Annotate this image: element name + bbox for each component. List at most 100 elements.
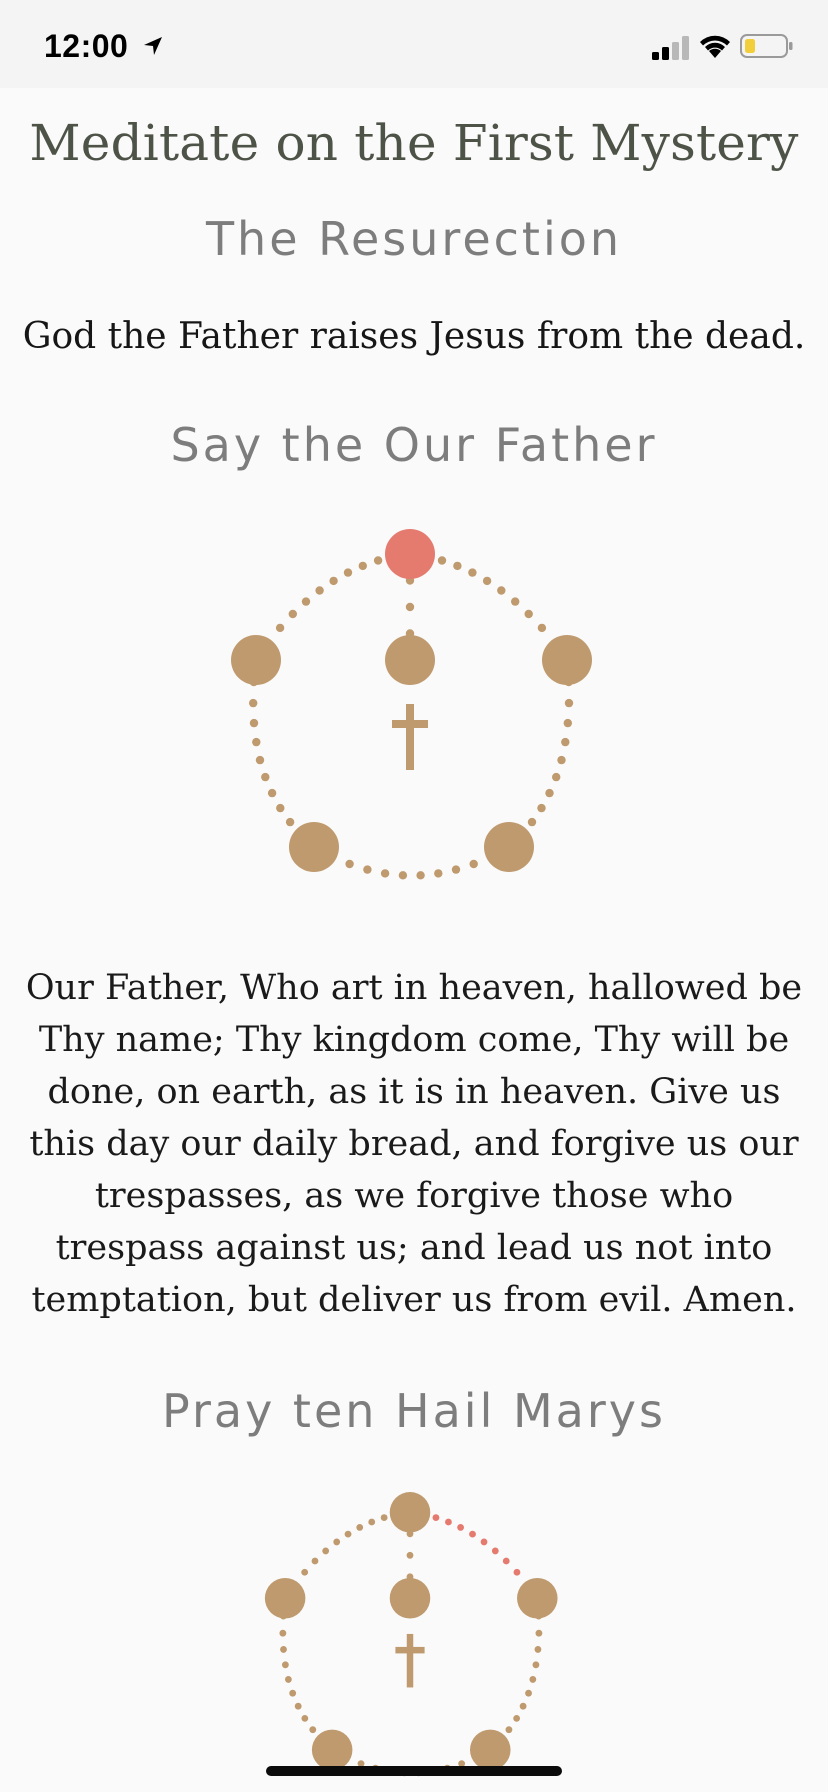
- large-bead: [289, 822, 339, 872]
- small-bead: [468, 568, 477, 577]
- small-bead: [284, 1676, 292, 1683]
- small-bead: [491, 1547, 499, 1555]
- small-bead: [453, 561, 462, 571]
- small-bead: [280, 1646, 287, 1653]
- small-bead: [309, 1726, 317, 1734]
- small-bead: [513, 1714, 521, 1722]
- small-bead: [368, 1518, 376, 1526]
- small-bead: [380, 1514, 388, 1521]
- cross-vertical: [406, 704, 414, 770]
- small-bead: [289, 1689, 297, 1697]
- small-bead: [301, 1714, 309, 1722]
- small-bead: [285, 817, 295, 827]
- small-bead: [267, 788, 277, 798]
- cross-vertical: [406, 1633, 414, 1688]
- small-bead: [505, 1726, 513, 1734]
- small-bead: [333, 1538, 341, 1546]
- home-indicator[interactable]: [266, 1766, 562, 1776]
- small-bead: [301, 1568, 309, 1576]
- mystery-description: God the Father raises Jesus from the dea…: [22, 316, 806, 357]
- small-bead: [343, 568, 353, 577]
- small-bead: [534, 1646, 542, 1653]
- small-bead: [261, 772, 270, 782]
- small-bead: [497, 586, 506, 595]
- small-bead: [434, 869, 443, 878]
- small-bead: [288, 609, 297, 619]
- small-bead: [255, 755, 265, 765]
- small-bead: [279, 1629, 287, 1637]
- small-bead: [252, 737, 261, 747]
- small-bead: [249, 698, 258, 708]
- small-bead: [469, 859, 478, 869]
- large-bead: [517, 1578, 558, 1619]
- small-bead: [480, 1538, 488, 1546]
- small-bead: [301, 597, 311, 606]
- small-bead: [406, 1551, 414, 1559]
- small-bead: [545, 788, 554, 798]
- small-bead: [344, 1530, 352, 1538]
- status-time: 12:00: [44, 28, 129, 64]
- small-bead: [356, 1524, 364, 1531]
- small-bead: [276, 803, 285, 813]
- small-bead: [557, 755, 566, 765]
- cross-horizontal: [395, 1646, 425, 1654]
- status-bar: 12:00: [0, 0, 828, 88]
- small-bead: [373, 556, 383, 565]
- large-bead: [231, 635, 281, 685]
- small-bead: [294, 1702, 302, 1710]
- large-bead: [385, 529, 435, 579]
- small-bead: [358, 561, 367, 571]
- small-bead: [532, 1661, 540, 1669]
- small-bead: [564, 698, 574, 708]
- large-bead: [389, 1492, 431, 1533]
- cross-icon: [392, 704, 428, 770]
- small-bead: [563, 718, 572, 728]
- rosary-diagram-our-father: [231, 529, 592, 880]
- step-heading-our-father: Say the Our Father: [170, 418, 658, 472]
- cellular-signal-icon: [652, 36, 689, 60]
- small-bead: [502, 1557, 510, 1565]
- small-bead: [537, 623, 547, 633]
- small-bead: [281, 1661, 289, 1669]
- large-bead: [264, 1578, 306, 1619]
- small-bead: [380, 869, 390, 878]
- small-bead: [552, 772, 561, 782]
- small-bead: [315, 586, 324, 595]
- small-bead: [416, 871, 425, 880]
- small-bead: [482, 576, 492, 586]
- step-heading-hail-marys: Pray ten Hail Marys: [162, 1384, 666, 1438]
- large-bead: [542, 635, 592, 685]
- cross-icon: [395, 1633, 425, 1688]
- small-bead: [519, 1702, 527, 1710]
- small-bead: [398, 871, 408, 880]
- battery-icon: [740, 34, 793, 58]
- small-bead: [469, 1530, 476, 1538]
- rosary-diagram-hail-marys: [264, 1492, 558, 1777]
- small-bead: [529, 1676, 537, 1683]
- small-bead: [249, 718, 259, 728]
- our-father-prayer-text: Our Father, Who art in heaven, hallowed …: [25, 968, 803, 1320]
- small-bead: [322, 1547, 330, 1555]
- small-bead: [311, 1557, 319, 1565]
- small-bead: [345, 859, 354, 869]
- large-bead: [470, 1729, 511, 1771]
- large-bead: [311, 1729, 353, 1771]
- small-bead: [451, 865, 461, 874]
- small-bead: [525, 1689, 532, 1697]
- mystery-title: Meditate on the First Mystery: [29, 114, 799, 172]
- small-bead: [329, 576, 338, 586]
- large-bead: [385, 635, 435, 685]
- small-bead: [527, 817, 537, 827]
- wifi-icon: [700, 35, 730, 58]
- mystery-name: The Resurection: [205, 212, 623, 266]
- small-bead: [432, 1514, 440, 1521]
- small-bead: [535, 1629, 543, 1637]
- small-bead: [363, 865, 372, 874]
- large-bead: [484, 822, 534, 872]
- small-bead: [561, 737, 570, 747]
- small-bead: [405, 602, 415, 612]
- small-bead: [275, 623, 285, 633]
- small-bead: [513, 1568, 521, 1576]
- small-bead: [511, 597, 520, 606]
- small-bead: [437, 556, 447, 565]
